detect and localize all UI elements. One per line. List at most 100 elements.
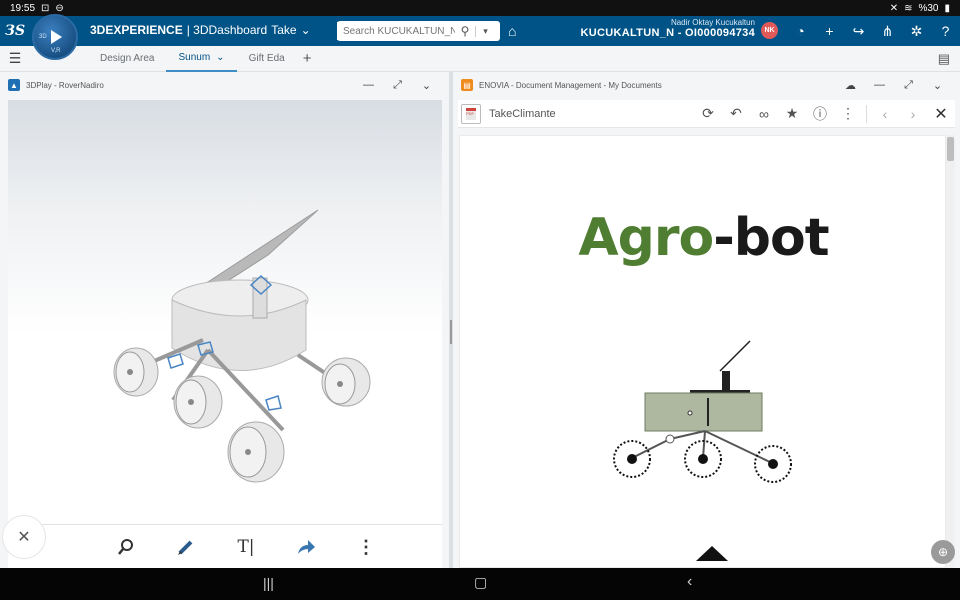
panel-enovia: ▤ ENOVIA - Document Management - My Docu… [453,72,960,568]
panel-title: 3DPlay - RoverNadiro [26,80,104,90]
previous-icon[interactable]: ‹ [871,106,899,122]
help-icon[interactable]: ? [931,16,960,46]
home-icon[interactable]: ▢ [474,574,487,591]
refresh-icon[interactable]: ⟳ [694,105,722,122]
user-name: Nadir Oktay Kucukaltun [670,18,755,27]
robot-body [644,392,763,432]
maximize-icon[interactable]: ⤢ [383,79,412,92]
tab-design-area[interactable]: Design Area [88,46,166,72]
undo-icon[interactable]: ↶ [722,105,750,122]
brand-platform: 3DEXPERIENCE [90,23,183,37]
next-icon[interactable]: › [899,106,927,122]
document-scrollbar[interactable] [946,135,955,568]
sensor-mast [722,371,730,391]
link-icon[interactable]: ∞ [750,106,778,122]
pdf-file-icon: PDF [461,103,481,124]
rover-3d-model [113,209,371,483]
panel-3dplay: ▲ 3DPlay - RoverNadiro — ⤢ ⌄ ✕ T| ⋮ [0,72,449,568]
cloud-icon[interactable]: ☁ [836,79,865,92]
panel-header: ▤ ENOVIA - Document Management - My Docu… [453,72,960,98]
text-icon[interactable]: T| [234,535,258,559]
back-icon[interactable]: ‹ [687,573,692,591]
next-page-shape [696,546,728,561]
dashboard-name[interactable]: Take [271,23,296,37]
close-icon[interactable]: ✕ [2,515,46,559]
tab-label: Design Area [100,53,155,64]
panel-header: ▲ 3DPlay - RoverNadiro — ⤢ ⌄ [0,72,449,98]
panel-menu-chevron-icon[interactable]: ⌄ [412,79,441,92]
screenshot-icon: ⊡ [41,2,50,14]
document-name: TakeClimante [489,107,556,120]
brand: 3DEXPERIENCE | 3DDashboard Take ⌄ [90,23,311,37]
battery-level: %30 [918,2,939,14]
wheel [173,375,223,429]
wheel [613,440,651,478]
compass-play-icon [51,30,62,44]
chevron-down-icon[interactable]: ⌄ [216,52,224,63]
document-toolbar: PDF TakeClimante ⟳ ↶ ∞ ★ ⓘ ⋮ ‹ › ✕ [458,100,955,128]
dassault-logo[interactable]: ЗS [0,16,30,46]
viewer-toolbar: ✕ T| ⋮ [2,515,442,568]
search-dropdown-icon[interactable]: ▾ [475,25,495,37]
dashboard-tab-bar: ☰ Design Area Sunum ⌄ Gift Eda + ▤ [0,46,960,72]
collapse-icon[interactable]: ⊕ [931,540,955,564]
joint [265,395,282,411]
tab-sunum[interactable]: Sunum ⌄ [166,46,237,72]
chat-icon[interactable]: ▤ [938,51,950,67]
toolbar-separator [866,104,867,123]
favorite-icon[interactable]: ★ [778,105,806,122]
wheel [321,357,371,407]
wheel [754,445,792,483]
compass-vr-label: V,R [51,48,61,54]
info-icon[interactable]: ⓘ [806,104,834,124]
pencil-icon[interactable] [174,535,198,559]
panel-title: ENOVIA - Document Management - My Docume… [479,80,662,90]
minimize-icon[interactable]: — [354,79,383,92]
panel-menu-chevron-icon[interactable]: ⌄ [923,79,952,92]
agrobot-drawing [613,340,792,561]
share-arrow-icon[interactable] [294,535,318,559]
dashboard-chevron-icon[interactable]: ⌄ [301,23,311,37]
sync-icon: ⊖ [55,2,64,14]
3d-viewer[interactable] [8,100,442,526]
recent-apps-icon[interactable]: ||| [263,575,274,591]
search-input[interactable] [337,22,455,40]
tag-icon[interactable]: ⌂ [508,23,516,39]
3dplay-app-icon: ▲ [8,79,20,91]
close-icon[interactable]: ✕ [927,104,955,124]
notifications-icon[interactable]: ◔ [786,16,815,46]
add-icon[interactable]: + [815,16,844,46]
avatar[interactable]: NK [761,22,778,39]
maximize-icon[interactable]: ⤢ [894,79,923,92]
more-vertical-icon[interactable]: ⋮ [354,535,378,559]
compass-3d-label: 3D [39,34,47,40]
wheel [227,421,285,483]
wifi-icon: ≋ [904,2,913,14]
scrollbar-thumb[interactable] [947,137,954,161]
topbar-actions: ◔ + ↪ ⋔ ✲ ? [786,16,960,46]
mute-icon: ✕ [889,2,899,14]
minimize-icon[interactable]: — [865,79,894,92]
share-icon[interactable]: ↪ [844,16,873,46]
enovia-app-icon: ▤ [461,79,473,91]
magnify-icon[interactable] [114,535,138,559]
add-tab-button[interactable]: + [297,50,318,67]
android-status-bar: 19:55 ⊡ ⊖ ✕ ≋ %30 ▮ [0,0,960,16]
pdf-viewer[interactable]: Agro-bot [459,135,946,568]
compass-button[interactable]: 3D V,R [32,14,78,60]
tab-gift-eda[interactable]: Gift Eda [237,46,297,72]
more-vertical-icon[interactable]: ⋮ [834,105,862,122]
user-menu[interactable]: Nadir Oktay Kucukaltun KUCUKALTUN_N - OI… [577,18,755,39]
tab-label: Gift Eda [248,53,285,64]
network-icon[interactable]: ⋔ [873,16,902,46]
brand-app: | 3DDashboard [186,23,268,37]
user-id: KUCUKALTUN_N - OI000094734 [580,27,755,39]
menu-icon[interactable]: ☰ [0,50,30,67]
wheel [113,347,159,397]
status-time: 19:55 [10,2,36,14]
mast [252,277,268,319]
tools-icon[interactable]: ✲ [902,16,931,46]
search-box: ⚲ ▾ [337,21,500,41]
search-icon[interactable]: ⚲ [455,24,475,38]
screen: 19:55 ⊡ ⊖ ✕ ≋ %30 ▮ ЗS 3D V,R 3DEXPERIEN… [0,0,960,600]
